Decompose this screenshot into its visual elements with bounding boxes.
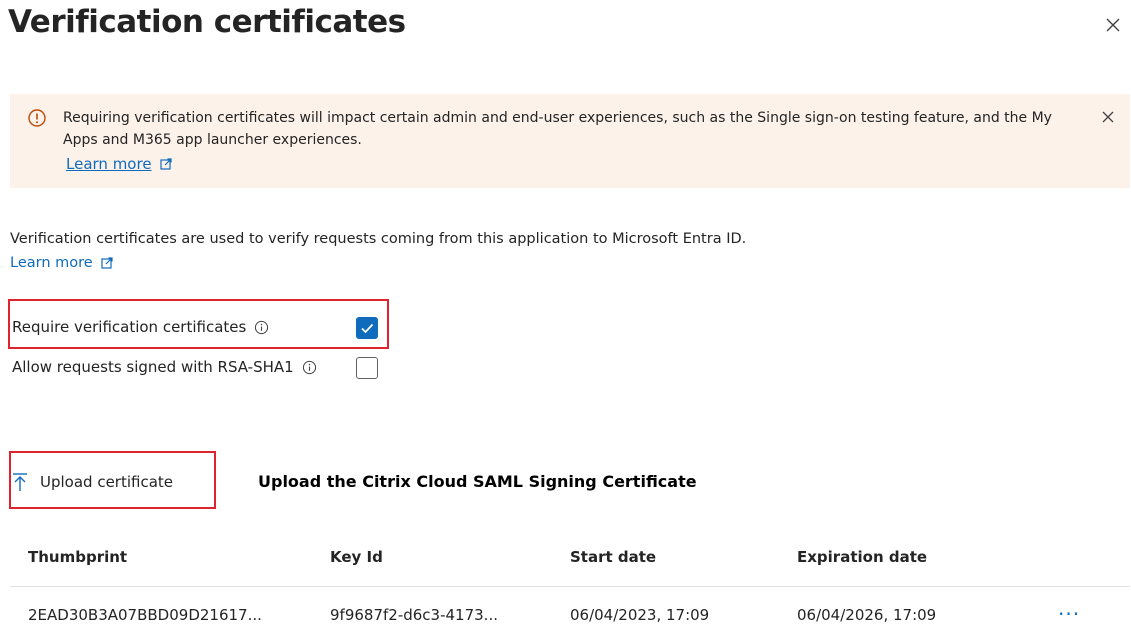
allow-rsa-sha1-checkbox[interactable] [356,357,378,379]
table-header-divider [10,586,1130,587]
require-verification-text: Require verification certificates [12,318,247,336]
require-verification-checkbox[interactable] [356,317,378,339]
close-panel-button[interactable] [1100,12,1126,38]
allow-rsa-sha1-text: Allow requests signed with RSA-SHA1 [12,358,294,376]
upload-icon [13,473,27,491]
banner-message: Requiring verification certificates will… [63,110,1052,148]
close-icon [1106,18,1120,32]
description-text: Verification certificates are used to ve… [10,231,747,247]
banner-learn-more-label: Learn more [66,155,152,173]
allow-rsa-sha1-label: Allow requests signed with RSA-SHA1 [12,358,317,376]
column-header-expiration-date[interactable]: Expiration date [797,548,927,566]
info-icon[interactable] [254,320,269,335]
column-header-thumbprint[interactable]: Thumbprint [28,548,127,566]
external-link-icon [101,257,113,269]
description-learn-more-label: Learn more [10,255,93,271]
warning-icon [27,108,47,128]
upload-certificate-label: Upload certificate [40,473,174,491]
require-verification-label: Require verification certificates [12,318,269,336]
external-link-icon [159,158,172,170]
description-learn-more-link[interactable]: Learn more [10,255,113,271]
info-icon[interactable] [302,360,317,375]
row-more-options-button[interactable]: ··· [1058,602,1080,626]
banner-learn-more-link[interactable]: Learn more [66,155,172,173]
cell-expiration-date: 06/04/2026, 17:09 [797,606,937,624]
cell-start-date: 06/04/2023, 17:09 [570,606,710,624]
close-icon [1102,111,1114,123]
upload-certificate-button[interactable]: Upload certificate [12,467,173,497]
panel-title: Verification certificates [8,4,406,40]
cell-key-id: 9f9687f2-d6c3-4173... [330,606,498,624]
upload-annotation: Upload the Citrix Cloud SAML Signing Cer… [258,472,697,491]
banner-dismiss-button[interactable] [1098,107,1118,127]
checkmark-icon [361,323,374,334]
cell-thumbprint: 2EAD30B3A07BBD09D21617... [28,606,262,624]
column-header-key-id[interactable]: Key Id [330,548,383,566]
column-header-start-date[interactable]: Start date [570,548,656,566]
